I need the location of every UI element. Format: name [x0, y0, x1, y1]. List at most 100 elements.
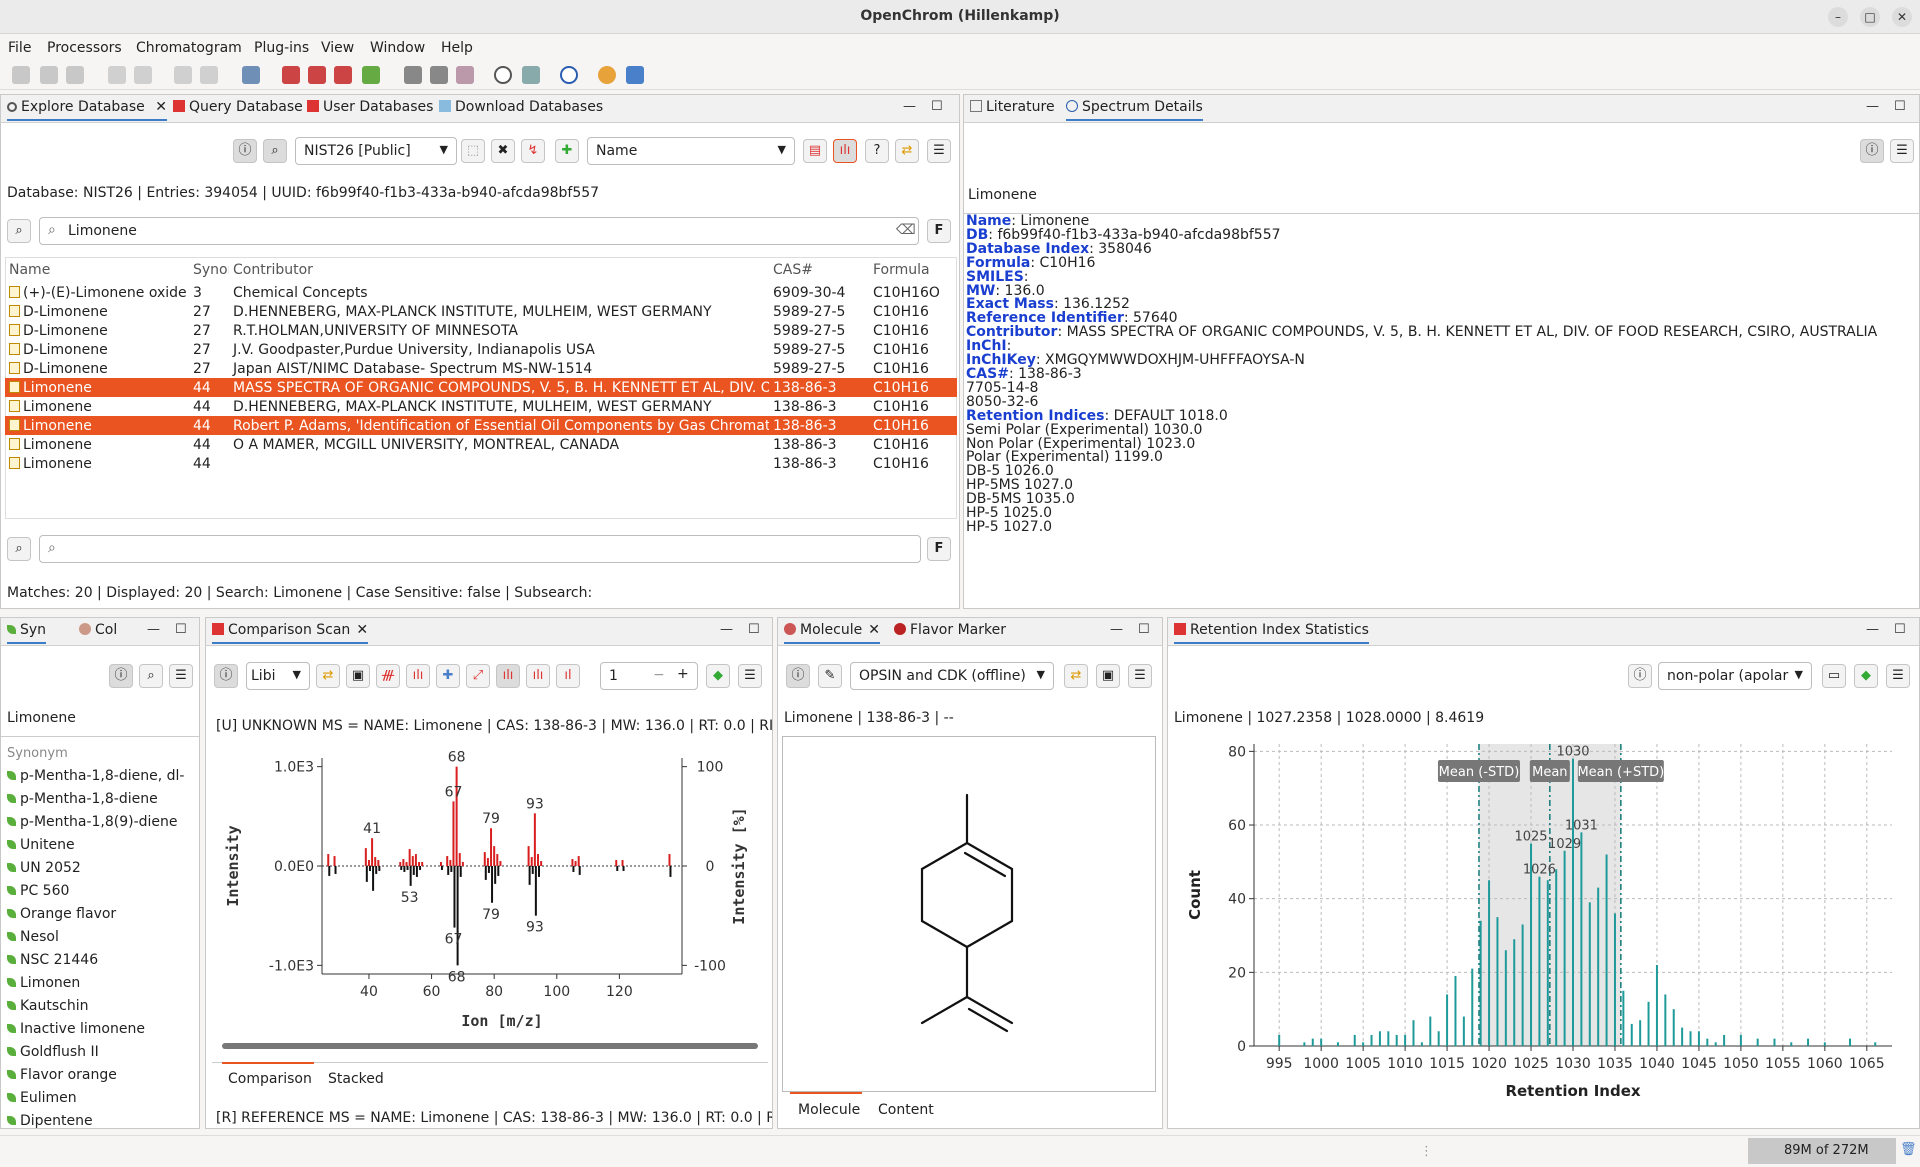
tab-comparison-scan[interactable]: Comparison Scan ✕ — [212, 622, 369, 644]
trash-icon[interactable]: 🗑 — [1900, 1142, 1917, 1157]
synonym-item[interactable]: Limonen — [7, 975, 80, 991]
profile-button[interactable]: ılı — [526, 664, 550, 688]
save-as-icon[interactable] — [40, 66, 58, 84]
delete-button[interactable]: ✖ — [491, 139, 515, 163]
mass-spectrum-button[interactable]: ılı — [833, 139, 857, 163]
minimize-window-button[interactable]: – — [1828, 7, 1848, 27]
info-button[interactable]: ⓘ — [214, 664, 238, 688]
synonym-item[interactable]: Inactive limonene — [7, 1021, 145, 1037]
column-type-select[interactable]: non-polar (apolar ▼ — [1658, 662, 1812, 690]
menu-help[interactable]: Help — [441, 40, 473, 56]
synonym-item[interactable]: Dipentene — [7, 1113, 93, 1128]
minimize-icon[interactable]: — — [147, 622, 160, 637]
column-name[interactable]: Name — [5, 257, 189, 283]
tab-synonyms[interactable]: Syn — [7, 622, 47, 644]
tab-literature[interactable]: Literature — [970, 99, 1055, 121]
tab-query-database[interactable]: Query Database — [173, 99, 303, 121]
centroid-button[interactable]: ıl — [556, 664, 580, 688]
search-icon[interactable]: ⌕ — [7, 219, 31, 243]
synonym-item[interactable]: p-Mentha-1,8(9)-diene — [7, 814, 178, 830]
table-row[interactable]: Limonene 44 Robert P. Adams, 'Identificati… — [5, 416, 957, 435]
spectrum-button[interactable]: ↯ — [521, 139, 545, 163]
tab-columns[interactable]: Col — [79, 622, 117, 644]
synonym-item[interactable]: Nesol — [7, 929, 59, 945]
table-row[interactable]: D-Limonene 27 J.V. Goodpaster,Purdue Unive… — [5, 340, 957, 359]
settings-button[interactable]: ☰ — [169, 664, 193, 688]
clear-icon[interactable]: ⌫ — [896, 222, 916, 238]
save-all-icon[interactable] — [66, 66, 84, 84]
maximize-window-button[interactable]: □ — [1860, 7, 1880, 27]
info-button[interactable]: ⓘ — [1628, 664, 1652, 688]
tab-user-databases[interactable]: User Databases — [307, 99, 433, 121]
info-button[interactable]: ⓘ — [233, 139, 257, 163]
maximize-icon[interactable]: ☐ — [175, 622, 187, 637]
sync-button[interactable]: ⇄ — [895, 139, 919, 163]
retention-index-histogram[interactable]: 0 20 40 60 80 995 1000 1005 1010 1015 1020 1025 1030… — [1170, 736, 1918, 1128]
tab-comparison[interactable]: Comparison — [228, 1071, 312, 1087]
field-select[interactable]: Name ▼ — [587, 137, 795, 165]
tag-button[interactable]: ◆ — [706, 664, 730, 688]
sync-button[interactable]: ⇄ — [316, 664, 340, 688]
synonym-item[interactable]: Kautschin — [7, 998, 89, 1014]
info-button[interactable]: ⓘ — [109, 664, 133, 688]
menu-window[interactable]: Window — [370, 40, 425, 56]
calendar-icon[interactable] — [430, 66, 448, 84]
search-input[interactable]: Limonene ⌕ ⌫ — [39, 217, 919, 245]
library-select[interactable]: Libi ▼ — [246, 662, 310, 690]
menu-view[interactable]: View — [321, 40, 354, 56]
comment-button[interactable]: ▭ — [1822, 664, 1846, 688]
close-tab-icon[interactable]: ✕ — [868, 622, 880, 638]
save-button[interactable]: ▣ — [1096, 664, 1120, 688]
minimize-icon[interactable]: — — [1866, 622, 1879, 637]
tab-content[interactable]: Content — [878, 1102, 934, 1118]
save-button[interactable]: ▣ — [346, 664, 370, 688]
add-plugin-button[interactable]: ✚ — [436, 664, 460, 688]
minimize-icon[interactable]: — — [903, 99, 916, 114]
menu-chromatogram[interactable]: Chromatogram — [136, 40, 242, 56]
tab-download-databases[interactable]: Download Databases — [439, 99, 603, 121]
column-formula[interactable]: Formula — [869, 257, 957, 283]
minimize-icon[interactable]: — — [720, 622, 733, 637]
redo-icon[interactable] — [134, 66, 152, 84]
mirror-button[interactable]: ılı — [496, 664, 520, 688]
info-icon[interactable] — [560, 66, 578, 84]
maximize-icon[interactable]: ☐ — [1138, 622, 1150, 637]
table-row[interactable]: Limonene 44 MASS SPECTRA OF ORGANIC COMPOU… — [5, 378, 957, 397]
column-cas[interactable]: CAS# — [769, 257, 869, 283]
chromatogram-msd-icon[interactable] — [308, 66, 326, 84]
open-file-icon[interactable] — [404, 66, 422, 84]
table-row[interactable]: Limonene 44 138-86-3 C10H16 — [5, 454, 957, 473]
undo-icon[interactable] — [108, 66, 126, 84]
tab-stacked[interactable]: Stacked — [328, 1071, 384, 1087]
search-button[interactable]: ⌕ — [263, 139, 287, 163]
help-button[interactable]: ? — [865, 139, 889, 163]
tab-retention-index-statistics[interactable]: Retention Index Statistics — [1174, 622, 1369, 644]
synonym-item[interactable]: Orange flavor — [7, 906, 116, 922]
synonym-item[interactable]: Goldflush II — [7, 1044, 99, 1060]
database-select[interactable]: NIST26 [Public] ▼ — [295, 137, 457, 165]
synonym-item[interactable]: p-Mentha-1,8-diene — [7, 791, 158, 807]
close-window-button[interactable]: ✕ — [1892, 7, 1912, 27]
column-contributor[interactable]: Contributor — [229, 257, 769, 283]
settings-button[interactable]: ☰ — [1886, 664, 1910, 688]
synonym-item[interactable]: NSC 21446 — [7, 952, 98, 968]
import-button[interactable]: ⬚ — [461, 139, 485, 163]
sync-button[interactable]: ⇄ — [1064, 664, 1088, 688]
settings-button[interactable]: ☰ — [738, 664, 762, 688]
increment-icon[interactable]: + — [677, 666, 689, 682]
settings-button[interactable]: ☰ — [1890, 139, 1914, 163]
filter-function-button[interactable]: F — [927, 537, 951, 561]
menu-processors[interactable]: Processors — [47, 40, 122, 56]
settings-button[interactable]: ☰ — [927, 139, 951, 163]
layout-icon[interactable] — [522, 66, 540, 84]
camera-icon[interactable] — [242, 66, 260, 84]
filter-search-icon[interactable]: ⌕ — [7, 537, 31, 561]
bar-chart-button[interactable]: ılı — [406, 664, 430, 688]
tag-button[interactable]: ◆ — [1854, 664, 1878, 688]
menu-file[interactable]: File — [8, 40, 31, 56]
decrement-icon[interactable]: − — [653, 667, 665, 683]
maximize-icon[interactable]: ☐ — [1894, 99, 1906, 114]
synonym-item[interactable]: UN 2052 — [7, 860, 81, 876]
maximize-icon[interactable]: ☐ — [1894, 622, 1906, 637]
compare-button[interactable]: ⤢ — [466, 664, 490, 688]
